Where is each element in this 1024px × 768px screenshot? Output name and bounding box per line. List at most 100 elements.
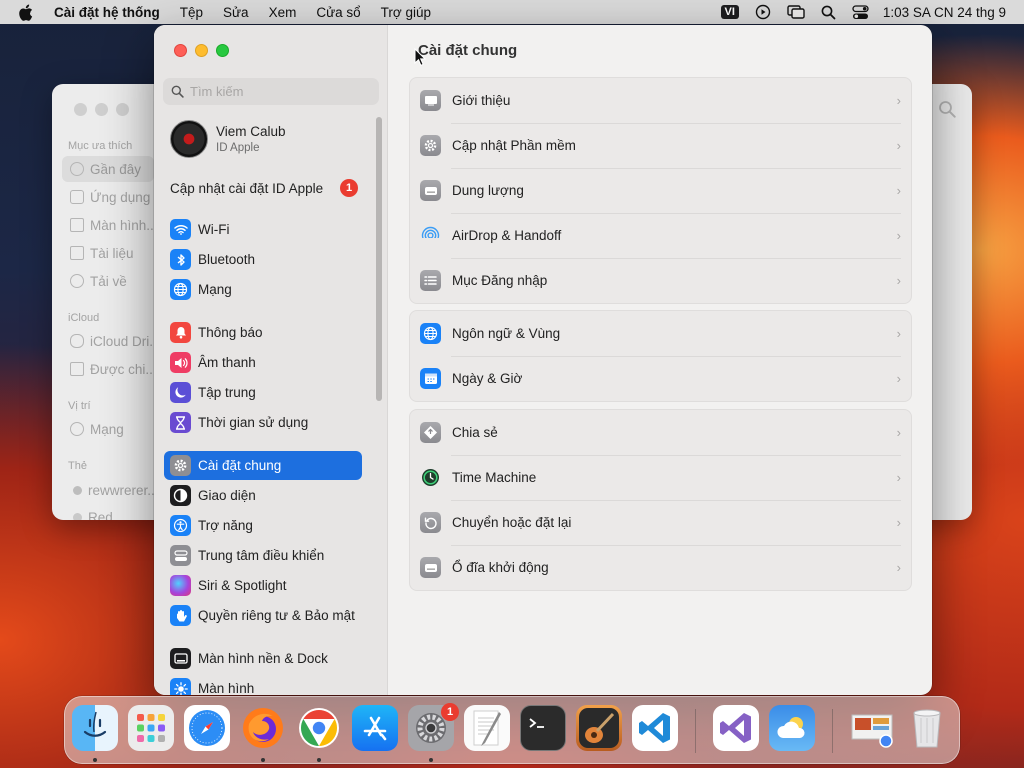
dock-terminal[interactable] <box>520 705 566 751</box>
finder-item-network[interactable]: Mạng <box>62 416 154 442</box>
reset-icon <box>420 512 441 533</box>
finder-tag-red[interactable]: Red <box>62 504 154 520</box>
dock-textedit[interactable] <box>464 705 510 751</box>
minimize-button[interactable] <box>195 44 208 57</box>
finder-item-label: Red <box>88 509 113 521</box>
finder-item-documents[interactable]: Tài liệu <box>62 240 154 266</box>
sidebar-item-general[interactable]: Cài đặt chung <box>164 451 362 480</box>
sidebar-item-privacy[interactable]: Quyền riêng tư & Bảo mật <box>164 601 362 630</box>
row-startup-disk[interactable]: Ổ đĩa khởi động › <box>410 545 911 590</box>
dock-firefox[interactable] <box>240 705 286 751</box>
finder-item-label: rewwrerer... <box>88 482 154 498</box>
about-icon <box>420 90 441 111</box>
dock-launchpad[interactable] <box>128 705 174 751</box>
running-indicator <box>261 758 265 762</box>
finder-item-desktop[interactable]: Màn hình... <box>62 212 154 238</box>
profile-name: Viem Calub <box>216 124 286 139</box>
hand-icon <box>170 605 191 626</box>
finder-item-label: Mạng <box>90 421 124 437</box>
menu-edit[interactable]: Sửa <box>213 5 259 20</box>
menu-file[interactable]: Tệp <box>170 5 213 20</box>
dock-chrome[interactable] <box>296 705 342 751</box>
finder-item-shared[interactable]: Được chi... <box>62 356 154 382</box>
page-title: Cài đặt chung <box>418 42 518 59</box>
search-input[interactable] <box>190 84 370 99</box>
finder-icon <box>83 711 107 737</box>
finder-item-label: Tải về <box>90 273 127 289</box>
sidebar-search[interactable] <box>163 78 379 105</box>
sidebar-item-accessibility[interactable]: Trợ năng <box>164 511 362 540</box>
input-source-indicator[interactable]: VI <box>720 0 739 24</box>
visual-studio-icon <box>720 713 751 743</box>
search-icon <box>171 85 184 98</box>
running-indicator <box>429 758 433 762</box>
apple-id-update-item[interactable]: Cập nhật cài đặt ID Apple 1 <box>170 178 358 198</box>
dock-trash[interactable] <box>904 705 950 751</box>
gear-icon <box>170 455 191 476</box>
sidebar-item-focus[interactable]: Tập trung <box>164 378 362 407</box>
terminal-icon <box>529 718 544 728</box>
finder-item-label: Được chi... <box>90 361 154 377</box>
language-icon <box>420 323 441 344</box>
sidebar-item-siri[interactable]: Siri & Spotlight <box>164 571 362 600</box>
accessibility-icon <box>170 515 191 536</box>
sidebar-item-displays[interactable]: Màn hình <box>164 674 362 695</box>
row-software-update[interactable]: Cập nhật Phần mềm › <box>410 123 911 168</box>
sidebar-item-screen-time[interactable]: Thời gian sử dụng <box>164 408 362 437</box>
sidebar-item-bluetooth[interactable]: Bluetooth <box>164 245 362 274</box>
sidebar-item-appearance[interactable]: Giao diện <box>164 481 362 510</box>
control-center-icon[interactable] <box>852 0 869 24</box>
dock-notification-badge: 1 <box>441 703 459 721</box>
sidebar-item-control-center[interactable]: Trung tâm điều khiển <box>164 541 362 570</box>
app-store-icon <box>363 716 387 741</box>
row-sharing[interactable]: Chia sẻ › <box>410 410 911 455</box>
dock-vscode[interactable] <box>632 705 678 751</box>
chevron-right-icon: › <box>896 425 901 440</box>
dock-visual-studio[interactable] <box>713 705 759 751</box>
launchpad-grid-icon <box>137 714 165 742</box>
row-language-region[interactable]: Ngôn ngữ & Vùng › <box>410 311 911 356</box>
dock-app-store[interactable] <box>352 705 398 751</box>
row-time-machine[interactable]: Time Machine › <box>410 455 911 500</box>
sidebar-item-wifi[interactable]: Wi-Fi <box>164 215 362 244</box>
row-transfer-reset[interactable]: Chuyển hoặc đặt lại › <box>410 500 911 545</box>
sidebar-item-notifications[interactable]: Thông báo <box>164 318 362 347</box>
menu-window[interactable]: Cửa sổ <box>306 5 370 20</box>
menubar-clock[interactable]: 1:03 SA CN 24 thg 9 <box>883 5 1006 20</box>
finder-item-applications[interactable]: Ứng dụng <box>62 184 154 210</box>
row-date-time[interactable]: Ngày & Giờ › <box>410 356 911 401</box>
finder-search-icon[interactable] <box>938 100 956 123</box>
sidebar-item-sound[interactable]: Âm thanh <box>164 348 362 377</box>
menu-help[interactable]: Trợ giúp <box>371 5 441 20</box>
textedit-icon <box>473 710 501 746</box>
dock-downloads-stack[interactable] <box>850 705 896 751</box>
finder-tag-item[interactable]: rewwrerer... <box>62 477 154 503</box>
menu-view[interactable]: Xem <box>259 5 307 20</box>
bell-icon <box>170 322 191 343</box>
finder-item-recents[interactable]: Gần đây <box>62 156 154 182</box>
dock-weather[interactable] <box>769 705 815 751</box>
spotlight-search-icon[interactable] <box>821 0 836 24</box>
dock-finder[interactable] <box>72 705 118 751</box>
sidebar-item-network[interactable]: Mạng <box>164 275 362 304</box>
chrome-icon <box>299 708 339 748</box>
apple-id-profile[interactable]: Viem Calub ID Apple <box>170 120 286 158</box>
row-login-items[interactable]: Mục Đăng nhập › <box>410 258 911 303</box>
sidebar-scrollbar[interactable] <box>376 117 382 401</box>
row-airdrop-handoff[interactable]: AirDrop & Handoff › <box>410 213 911 258</box>
row-about[interactable]: Giới thiệu › <box>410 78 911 123</box>
zoom-button[interactable] <box>216 44 229 57</box>
finder-item-downloads[interactable]: Tải về <box>62 268 154 294</box>
screen-mirroring-icon[interactable] <box>787 0 805 24</box>
close-button[interactable] <box>174 44 187 57</box>
finder-section-favorites: Mục ưa thích <box>68 140 133 152</box>
play-icon[interactable] <box>755 0 771 24</box>
dock-safari[interactable] <box>184 705 230 751</box>
dock-garageband[interactable] <box>576 705 622 751</box>
sidebar-item-label: Trợ năng <box>198 518 253 533</box>
finder-item-icloud-drive[interactable]: iCloud Dri... <box>62 328 154 354</box>
sidebar-item-desktop-dock[interactable]: Màn hình nền & Dock <box>164 644 362 673</box>
row-storage[interactable]: Dung lượng › <box>410 168 911 213</box>
menu-app-name[interactable]: Cài đặt hệ thống <box>50 5 170 20</box>
apple-menu-icon[interactable] <box>18 4 40 21</box>
